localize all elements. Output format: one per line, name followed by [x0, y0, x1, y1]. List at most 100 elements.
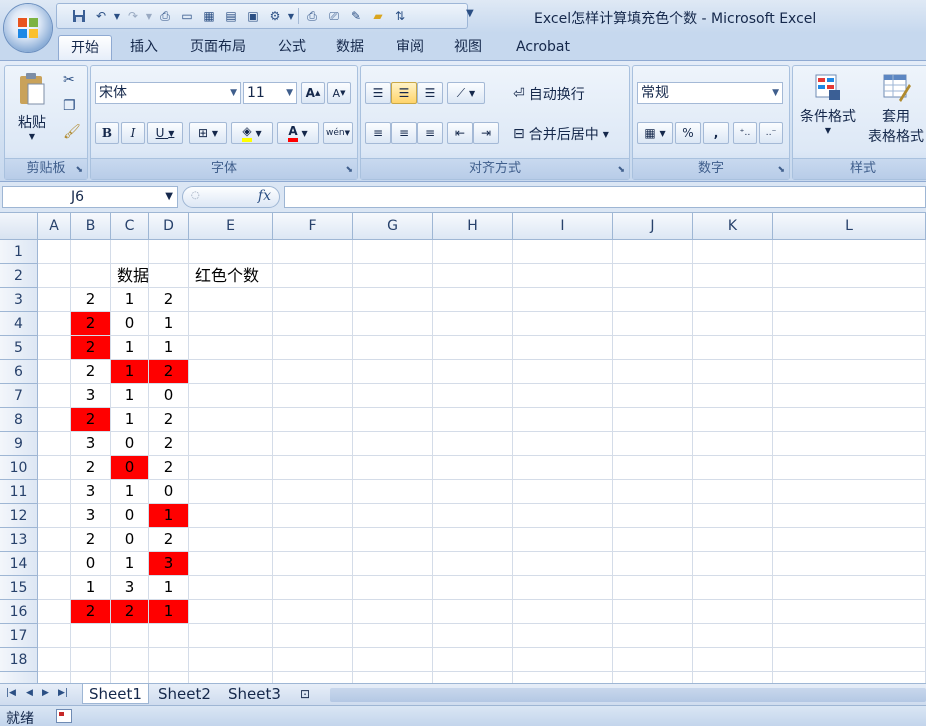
clipboard-launcher-icon[interactable]: ⬊ [75, 165, 83, 175]
row-header-11[interactable]: 11 [0, 480, 37, 504]
name-box[interactable]: J6 ▼ [2, 186, 178, 208]
wrap-text-button[interactable]: ⏎ 自动换行 [513, 84, 585, 104]
tools-dropdown-icon[interactable]: ▼ [287, 6, 295, 26]
format-painter-icon[interactable]: 🖌 [63, 124, 81, 140]
next-sheet-icon[interactable]: ▶ [42, 688, 49, 698]
row-header-10[interactable]: 10 [0, 456, 37, 480]
cell-d9[interactable]: 2 [149, 432, 188, 455]
tools-icon[interactable]: ⚙ [265, 6, 285, 26]
tab-acrobat[interactable]: Acrobat [504, 35, 582, 59]
sheet-tab-sheet1[interactable]: Sheet1 [82, 684, 149, 704]
cell-c10[interactable]: 0 [111, 456, 148, 479]
cell-b12[interactable]: 3 [71, 504, 110, 527]
horizontal-scrollbar[interactable] [330, 688, 926, 702]
cell-b5[interactable]: 2 [71, 336, 110, 359]
border-button[interactable]: ⊞ ▼ [189, 122, 227, 144]
undo-dropdown-icon[interactable]: ▼ [113, 6, 121, 26]
cell-c2-header[interactable]: 数据 [111, 264, 149, 287]
font-color-button[interactable]: A ▼ [277, 122, 319, 144]
sort-icon[interactable]: ⇅ [390, 6, 410, 26]
cut-icon[interactable]: ✂ [63, 72, 75, 88]
comma-button[interactable]: , [703, 122, 729, 144]
row-header-7[interactable]: 7 [0, 384, 37, 408]
column-header-d[interactable]: D [149, 213, 189, 239]
column-header-h[interactable]: H [433, 213, 513, 239]
orientation-button[interactable]: ⟋ ▼ [447, 82, 485, 104]
macro-record-icon[interactable] [56, 709, 72, 723]
shrink-font-button[interactable]: A ▼ [327, 82, 351, 104]
column-header-a[interactable]: A [38, 213, 71, 239]
cell-e2-header[interactable]: 红色个数 [189, 264, 273, 287]
column-header-g[interactable]: G [353, 213, 433, 239]
new-document-icon[interactable]: ▭ [177, 6, 197, 26]
first-sheet-icon[interactable]: |◀ [6, 688, 16, 698]
cell-d14[interactable]: 3 [149, 552, 188, 575]
copy-icon[interactable]: ❐ [63, 98, 76, 114]
cell-b15[interactable]: 1 [71, 576, 110, 599]
align-bottom-button[interactable]: ☰ [417, 82, 443, 104]
cell-d6[interactable]: 2 [149, 360, 188, 383]
cell-d3[interactable]: 2 [149, 288, 188, 311]
redo-icon[interactable]: ↷ [123, 6, 143, 26]
phonetic-guide-button[interactable]: wén ▼ [323, 122, 353, 144]
underline-button[interactable]: U ▼ [147, 122, 183, 144]
row-header-4[interactable]: 4 [0, 312, 37, 336]
alignment-launcher-icon[interactable]: ⬊ [617, 165, 625, 175]
column-header-i[interactable]: I [513, 213, 613, 239]
column-header-e[interactable]: E [189, 213, 273, 239]
cell-d16[interactable]: 1 [149, 600, 188, 623]
cell-d5[interactable]: 1 [149, 336, 188, 359]
sheet-tab-sheet2[interactable]: Sheet2 [152, 684, 217, 704]
prev-sheet-icon[interactable]: ◀ [26, 688, 33, 698]
cell-b13[interactable]: 2 [71, 528, 110, 551]
quick-print-icon[interactable]: ⎚ [324, 6, 344, 26]
cell-c7[interactable]: 1 [111, 384, 148, 407]
row-header-13[interactable]: 13 [0, 528, 37, 552]
cell-c16[interactable]: 2 [111, 600, 148, 623]
merge-center-button[interactable]: ⊟ 合并后居中 ▼ [513, 124, 609, 144]
open-folder-icon[interactable]: ▰ [368, 6, 388, 26]
comment-icon[interactable]: ▤ [221, 6, 241, 26]
tab-review[interactable]: 审阅 [386, 35, 434, 59]
row-header-6[interactable]: 6 [0, 360, 37, 384]
cell-c9[interactable]: 0 [111, 432, 148, 455]
decrease-decimal-button[interactable]: ‥⁻ [759, 122, 783, 144]
cell-b10[interactable]: 2 [71, 456, 110, 479]
cell-b14[interactable]: 0 [71, 552, 110, 575]
format-as-table-button[interactable]: 套用 表格格式 [863, 72, 926, 146]
sheet-tab-sheet3[interactable]: Sheet3 [222, 684, 287, 704]
cell-d4[interactable]: 1 [149, 312, 188, 335]
row-header-3[interactable]: 3 [0, 288, 37, 312]
cell-c11[interactable]: 1 [111, 480, 148, 503]
form-icon[interactable]: ▣ [243, 6, 263, 26]
column-header-b[interactable]: B [71, 213, 111, 239]
row-header-9[interactable]: 9 [0, 432, 37, 456]
italic-button[interactable]: I [121, 122, 145, 144]
cell-b16[interactable]: 2 [71, 600, 110, 623]
font-family-select[interactable]: 宋体 ▼ [95, 82, 241, 104]
row-header-2[interactable]: 2 [0, 264, 37, 288]
number-launcher-icon[interactable]: ⬊ [777, 165, 785, 175]
align-top-button[interactable]: ☰ [365, 82, 391, 104]
align-right-button[interactable]: ≡ [417, 122, 443, 144]
cell-b7[interactable]: 3 [71, 384, 110, 407]
save-icon[interactable] [69, 6, 89, 26]
cell-c13[interactable]: 0 [111, 528, 148, 551]
increase-decimal-button[interactable]: ⁺‥ [733, 122, 757, 144]
cell-d8[interactable]: 2 [149, 408, 188, 431]
cell-d11[interactable]: 0 [149, 480, 188, 503]
cell-d7[interactable]: 0 [149, 384, 188, 407]
row-header-15[interactable]: 15 [0, 576, 37, 600]
expand-circle-icon[interactable]: ◌ [191, 190, 200, 201]
formula-input[interactable] [284, 186, 926, 208]
tab-data[interactable]: 数据 [326, 35, 374, 59]
column-header-k[interactable]: K [693, 213, 773, 239]
cell-c15[interactable]: 3 [111, 576, 148, 599]
row-header-1[interactable]: 1 [0, 240, 37, 264]
redo-dropdown-icon[interactable]: ▼ [145, 6, 153, 26]
spelling-icon[interactable]: ✎ [346, 6, 366, 26]
cell-c4[interactable]: 0 [111, 312, 148, 335]
office-button[interactable] [4, 4, 52, 52]
row-header-17[interactable]: 17 [0, 624, 37, 648]
fill-color-button[interactable]: ◈ ▼ [231, 122, 273, 144]
